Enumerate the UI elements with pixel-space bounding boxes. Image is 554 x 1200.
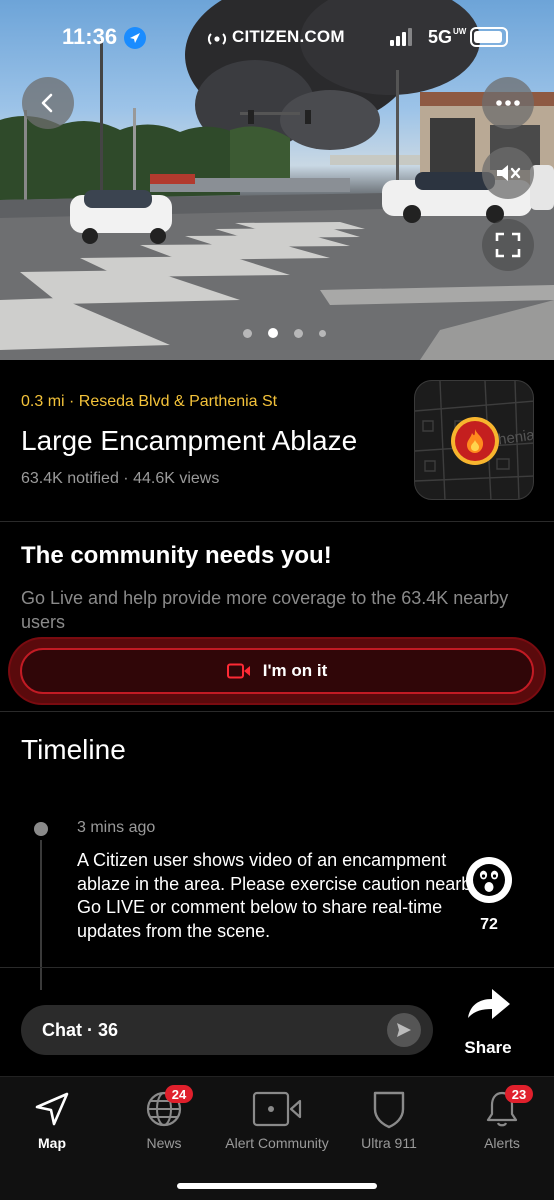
timeline-heading: Timeline (21, 734, 126, 765)
video-camera-icon (226, 663, 250, 679)
fire-icon (467, 429, 484, 453)
incident-location: 0.3 mi · Reseda Blvd & Parthenia St (21, 393, 278, 410)
navigation-arrow-icon (35, 1092, 69, 1126)
tab-alerts[interactable]: 23 Alerts (442, 1085, 554, 1167)
alerts-badge: 23 (505, 1085, 533, 1103)
send-button[interactable] (387, 1013, 421, 1047)
tab-news[interactable]: 24 News (104, 1085, 224, 1167)
status-time: 11:36 (62, 24, 118, 49)
incident-map-thumbnail[interactable]: henia (414, 380, 534, 500)
share-button[interactable]: Share (458, 980, 518, 1060)
network-type: 5GUW (428, 27, 467, 48)
tab-alert-community-label: Alert Community (225, 1135, 329, 1151)
chat-input[interactable]: Chat · 36 (21, 1005, 433, 1055)
tab-map-label: Map (38, 1135, 66, 1151)
im-on-it-button-inner[interactable]: I'm on it (20, 648, 534, 694)
carousel-indicator (243, 328, 326, 338)
ellipsis-icon (496, 100, 520, 106)
carrier-label: CITIZEN.COM (232, 27, 345, 46)
broadcast-icon (206, 32, 228, 51)
carousel-dot[interactable] (243, 328, 252, 338)
network-type-suffix: UW (453, 27, 467, 36)
news-badge: 24 (165, 1085, 193, 1103)
tab-ultra-911-label: Ultra 911 (361, 1135, 417, 1151)
home-indicator[interactable] (177, 1183, 377, 1189)
mute-button[interactable] (482, 147, 534, 199)
back-button[interactable] (22, 77, 74, 129)
send-icon (397, 1023, 411, 1037)
tab-map[interactable]: Map (0, 1087, 112, 1167)
network-type-label: 5G (428, 27, 453, 47)
timeline-entry-time: 3 mins ago (77, 819, 156, 836)
incident-header: 0.3 mi · Reseda Blvd & Parthenia St Larg… (0, 360, 554, 522)
chevron-left-icon (41, 93, 53, 113)
bottom-tab-bar: Map 24 News Alert Community Ultra 911 23… (0, 1076, 554, 1200)
chat-label: Chat · 36 (42, 1020, 119, 1040)
tab-news-label: News (146, 1135, 182, 1151)
shield-icon (373, 1091, 405, 1129)
im-on-it-button[interactable]: I'm on it (10, 639, 544, 703)
fire-marker (451, 417, 499, 465)
incident-video[interactable]: 11:36 CITIZEN.COM 5GUW (0, 0, 554, 360)
fullscreen-button[interactable] (482, 219, 534, 271)
carousel-dot[interactable] (319, 329, 326, 337)
tab-ultra-911[interactable]: Ultra 911 (329, 1087, 449, 1167)
timeline-dot (34, 822, 48, 836)
incident-stats: 63.4K notified · 44.6K views (21, 470, 220, 487)
timeline-entry-text: A Citizen user shows video of an encampm… (77, 850, 484, 941)
reaction-button[interactable] (466, 857, 512, 903)
community-callout: The community needs you! Go Live and hel… (0, 522, 554, 712)
carousel-dot-active[interactable] (268, 328, 278, 338)
battery-icon (470, 27, 508, 47)
community-body: Go Live and help provide more coverage t… (21, 588, 509, 632)
location-services-icon (124, 27, 146, 49)
reaction-count: 72 (480, 916, 498, 933)
shocked-face-icon (473, 864, 505, 896)
divider (0, 967, 554, 968)
expand-icon (495, 232, 521, 258)
more-options-button[interactable] (482, 77, 534, 129)
im-on-it-label: I'm on it (262, 661, 328, 680)
tab-alert-community[interactable]: Alert Community (217, 1087, 337, 1167)
community-heading: The community needs you! (21, 542, 332, 569)
carousel-dot[interactable] (294, 328, 303, 338)
signal-strength-icon (390, 28, 414, 51)
share-arrow-icon (468, 989, 510, 1019)
share-label: Share (464, 1038, 512, 1057)
status-bar: 11:36 CITIZEN.COM 5GUW (0, 0, 554, 76)
camera-video-icon (252, 1091, 302, 1127)
speaker-muted-icon (497, 165, 521, 181)
tab-alerts-label: Alerts (484, 1135, 520, 1151)
incident-title: Large Encampment Ablaze (21, 425, 358, 456)
